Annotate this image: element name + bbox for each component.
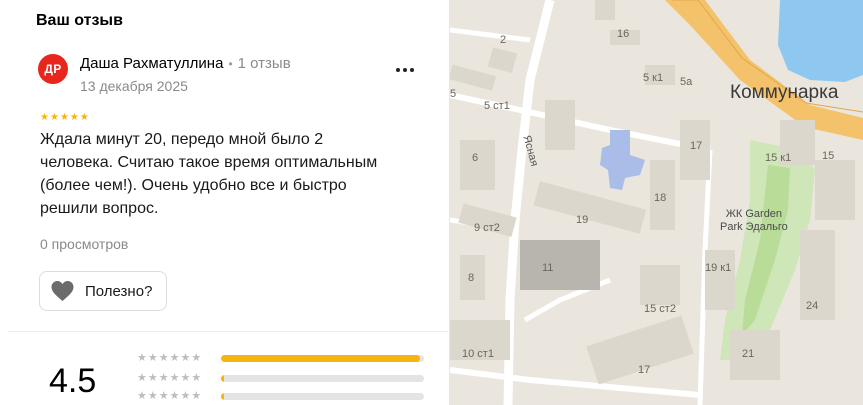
star-icon: ★ <box>169 351 180 364</box>
rating-distribution-stars: ★ ★ ★ ★ ★ ★ <box>137 371 217 384</box>
rating-distribution-bar <box>221 355 424 362</box>
star-icon: ★ <box>158 389 169 402</box>
map-house-number: 17 <box>638 364 651 376</box>
avatar[interactable]: ДР <box>38 54 68 84</box>
author-review-count: 1 отзыв <box>237 55 291 72</box>
dot-separator: • <box>228 57 233 71</box>
map-house-number: 15 <box>822 150 835 162</box>
more-dots-icon <box>396 68 414 72</box>
rating-distribution-stars: ★ ★ ★ ★ ★ ★ <box>137 389 217 402</box>
map-house-number: 15 ст2 <box>644 303 676 315</box>
rating-distribution-row: ★ ★ ★ ★ ★ ★ <box>137 351 424 365</box>
star-icon: ★ <box>147 389 158 402</box>
star-icon: ★ <box>49 112 59 123</box>
rating-distribution-fill <box>221 375 225 382</box>
rating-distribution-row: ★ ★ ★ ★ ★ ★ <box>137 389 424 403</box>
map-house-number: 17 <box>690 140 703 152</box>
heart-icon <box>51 281 74 301</box>
map-house-number: 5 к1 <box>643 72 664 84</box>
map-house-number: 5 ст1 <box>484 100 510 112</box>
star-icon: ★ <box>137 351 147 364</box>
star-icon: ★ <box>137 371 147 384</box>
map-complex-label-line1: ЖК Garden <box>725 208 783 220</box>
map-house-number: 8 <box>468 272 475 284</box>
star-icon: ★ <box>191 371 202 384</box>
star-icon: ★ <box>180 371 191 384</box>
map-house-number: 5а <box>680 76 693 88</box>
more-options-button[interactable] <box>393 58 417 82</box>
star-icon: ★ <box>158 351 169 364</box>
star-icon: ★ <box>180 389 191 402</box>
average-rating: 4.5 <box>49 362 97 400</box>
review-date: 13 декабря 2025 <box>80 78 188 94</box>
star-icon: ★ <box>191 389 202 402</box>
useful-button[interactable]: Полезно? <box>39 271 167 311</box>
views-count: 0 просмотров <box>40 236 129 252</box>
author-name[interactable]: Даша Рахматуллина <box>80 55 223 72</box>
star-icon: ★ <box>191 351 202 364</box>
star-icon: ★ <box>169 389 180 402</box>
map-complex-label: ЖК Garden Park Эдальго <box>720 208 788 234</box>
star-icon: ★ <box>69 112 79 123</box>
map-house-number: 5 <box>450 88 457 100</box>
map-city-label: Коммунарка <box>730 82 839 103</box>
star-icon: ★ <box>180 351 191 364</box>
map[interactable]: Коммунарка Ясная ЖК Garden Park Эдальго … <box>450 0 863 405</box>
review-stars: ★ ★ ★ ★ ★ <box>40 113 89 123</box>
star-icon: ★ <box>158 371 169 384</box>
map-house-number: 10 ст1 <box>462 348 494 360</box>
map-house-number: 19 <box>576 214 589 226</box>
map-house-number: 24 <box>806 300 819 312</box>
map-house-number: 2 <box>500 34 507 46</box>
map-house-number: 21 <box>742 348 755 360</box>
star-icon: ★ <box>147 351 158 364</box>
star-icon: ★ <box>169 371 180 384</box>
rating-distribution-bar <box>221 375 424 382</box>
rating-distribution-row: ★ ★ ★ ★ ★ ★ <box>137 371 424 385</box>
star-icon: ★ <box>147 371 158 384</box>
map-house-number: 15 к1 <box>765 152 792 164</box>
author-line: Даша Рахматуллина • 1 отзыв <box>80 55 291 72</box>
useful-label: Полезно? <box>85 282 153 300</box>
map-house-number: 19 к1 <box>705 262 732 274</box>
star-icon: ★ <box>79 112 89 123</box>
rating-distribution-fill <box>221 355 420 362</box>
map-house-number: 6 <box>472 152 479 164</box>
star-icon: ★ <box>59 112 69 123</box>
rating-distribution-bar <box>221 393 424 400</box>
star-icon: ★ <box>137 389 147 402</box>
review-text: Ждала минут 20, передо мной было 2 челов… <box>40 131 378 217</box>
divider <box>8 331 448 332</box>
rating-distribution-stars: ★ ★ ★ ★ ★ ★ <box>137 351 217 364</box>
rating-distribution-fill <box>221 393 225 400</box>
star-icon: ★ <box>40 112 49 123</box>
map-house-number: 16 <box>617 28 630 40</box>
review-panel: Ваш отзыв ДР Даша Рахматуллина • 1 отзыв 1… <box>0 0 450 405</box>
section-title: Ваш отзыв <box>36 12 123 29</box>
map-house-number: 9 ст2 <box>474 222 500 234</box>
map-house-number: 11 <box>542 262 554 274</box>
map-house-number: 18 <box>654 192 667 204</box>
map-complex-label-line2: Park Эдальго <box>720 221 788 233</box>
